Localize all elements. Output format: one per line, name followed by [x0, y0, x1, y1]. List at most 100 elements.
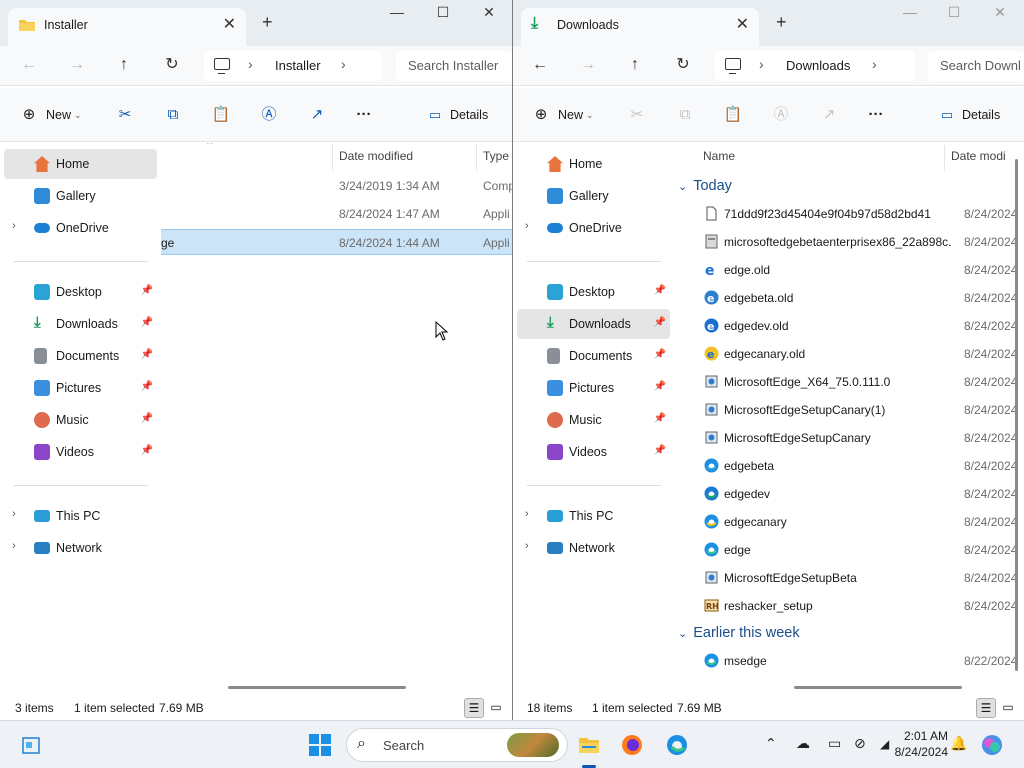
expand-chevron-icon[interactable]: ›	[12, 220, 16, 232]
pin-icon[interactable]: 📌	[141, 317, 153, 328]
collapse-chevron-icon[interactable]: ⌄	[678, 181, 687, 193]
new-tab-button[interactable]: +	[776, 12, 787, 33]
tab-downloads[interactable]: ⤓ Downloads ✕	[521, 8, 759, 46]
table-row[interactable]: edge 8/24/2024	[674, 537, 1017, 563]
sidebar-item-this-pc[interactable]: › This PC	[4, 501, 157, 531]
expand-chevron-icon[interactable]: ›	[12, 508, 16, 520]
notification-bell-icon[interactable]: 🔔	[950, 735, 967, 752]
new-icon[interactable]: ⊕	[18, 104, 40, 126]
column-separator[interactable]	[332, 145, 333, 171]
chevron-right-icon[interactable]: ›	[341, 56, 346, 72]
firefox-icon[interactable]	[620, 733, 644, 757]
table-row-selected[interactable]: ge 8/24/2024 1:44 AM Appli	[161, 229, 512, 255]
expand-chevron-icon[interactable]: ›	[12, 540, 16, 552]
table-row[interactable]: e edgecanary.old 8/24/2024	[674, 341, 1017, 367]
vertical-scrollbar[interactable]	[1015, 159, 1018, 671]
pin-icon[interactable]: 📌	[141, 381, 153, 392]
search-input[interactable]: Search Downl	[928, 51, 1024, 81]
new-button[interactable]: New	[558, 104, 583, 126]
close-window-button[interactable]: ✕	[466, 4, 512, 21]
start-icon[interactable]	[308, 733, 332, 757]
table-row[interactable]: microsoftedgebetaenterprisex86_22a898c..…	[674, 229, 1017, 255]
horizontal-scrollbar[interactable]	[794, 686, 962, 689]
sidebar-item-documents[interactable]: Documents 📌	[4, 341, 157, 371]
chevron-right-icon[interactable]: ›	[872, 56, 877, 72]
copy-icon[interactable]: ⧉	[674, 104, 696, 126]
edge-icon[interactable]	[665, 733, 689, 757]
widgets-icon[interactable]	[20, 733, 44, 757]
details-pane-icon[interactable]: ▭	[936, 104, 958, 126]
breadcrumb[interactable]: Downloads	[786, 58, 850, 73]
table-row[interactable]: edgecanary 8/24/2024	[674, 509, 1017, 535]
column-header-name[interactable]: Name	[703, 149, 735, 173]
pin-icon[interactable]: 📌	[654, 445, 666, 456]
close-tab-icon[interactable]: ✕	[736, 14, 749, 34]
table-row[interactable]: msedge 8/22/2024	[674, 648, 1017, 674]
sidebar-item-home[interactable]: Home	[517, 149, 670, 179]
group-header-earlier-this-week[interactable]: ⌄ Earlier this week	[678, 625, 800, 641]
paste-icon[interactable]: 📋	[722, 104, 744, 126]
onedrive-status-icon[interactable]: ☁	[796, 735, 810, 752]
share-icon[interactable]: ↗	[306, 104, 328, 126]
more-options-icon[interactable]: ···	[865, 104, 887, 126]
network-status-icon[interactable]: ⊘	[854, 735, 866, 752]
column-header-type[interactable]: Type	[483, 149, 509, 173]
new-button[interactable]: New	[46, 104, 71, 126]
pin-icon[interactable]: 📌	[654, 413, 666, 424]
address-bar[interactable]: › Downloads ›	[715, 51, 915, 81]
table-row[interactable]: MicrosoftEdgeSetupCanary 8/24/2024	[674, 425, 1017, 451]
back-button[interactable]: ←	[527, 54, 553, 78]
expand-chevron-icon[interactable]: ›	[525, 540, 529, 552]
pin-icon[interactable]: 📌	[141, 445, 153, 456]
large-icons-view-icon[interactable]: ▭	[998, 698, 1018, 718]
show-hidden-icons-icon[interactable]: ⌃	[765, 735, 777, 752]
minimize-button[interactable]: —	[887, 4, 933, 20]
copilot-icon[interactable]	[980, 733, 1004, 757]
sidebar-item-music[interactable]: Music 📌	[517, 405, 670, 435]
table-row[interactable]: 71ddd9f23d45404e9f04b97d58d2bd41 8/24/202…	[674, 201, 1017, 227]
close-tab-icon[interactable]: ✕	[223, 14, 236, 34]
table-row[interactable]: 3/24/2019 1:34 AM Comp	[161, 173, 512, 199]
expand-chevron-icon[interactable]: ›	[525, 508, 529, 520]
sidebar-item-pictures[interactable]: Pictures 📌	[4, 373, 157, 403]
chevron-right-icon[interactable]: ›	[759, 56, 764, 72]
pin-icon[interactable]: 📌	[654, 317, 666, 328]
details-button[interactable]: Details	[962, 104, 1000, 126]
pin-icon[interactable]: 📌	[141, 285, 153, 296]
up-button[interactable]: ↑	[622, 54, 648, 78]
sidebar-item-videos[interactable]: Videos 📌	[517, 437, 670, 467]
share-icon[interactable]: ↗	[818, 104, 840, 126]
file-explorer-icon[interactable]	[577, 733, 601, 757]
chevron-down-icon[interactable]: ⌄	[586, 104, 594, 126]
column-header-date[interactable]: Date modi	[951, 149, 1006, 173]
rename-icon[interactable]: Ⓐ	[258, 104, 280, 126]
maximize-button[interactable]: ☐	[931, 4, 977, 21]
maximize-button[interactable]: ☐	[420, 4, 466, 21]
tab-installer[interactable]: Installer ✕	[8, 8, 246, 46]
sidebar-item-network[interactable]: › Network	[4, 533, 157, 563]
table-row[interactable]: MicrosoftEdge_X64_75.0.111.0 8/24/2024	[674, 369, 1017, 395]
table-row[interactable]: edgebeta 8/24/2024	[674, 453, 1017, 479]
minimize-button[interactable]: —	[374, 4, 420, 20]
rename-icon[interactable]: Ⓐ	[770, 104, 792, 126]
group-header-today[interactable]: ⌄ Today	[678, 178, 732, 194]
column-separator[interactable]	[944, 145, 945, 171]
copy-icon[interactable]: ⧉	[162, 104, 184, 126]
sidebar-item-desktop[interactable]: Desktop 📌	[4, 277, 157, 307]
table-row[interactable]: RH reshacker_setup 8/24/2024	[674, 593, 1017, 619]
refresh-button[interactable]: ↻	[159, 54, 185, 78]
expand-chevron-icon[interactable]: ›	[525, 220, 529, 232]
breadcrumb[interactable]: Installer	[275, 58, 321, 73]
system-clock[interactable]: 2:01 AM 8/24/2024	[878, 728, 948, 760]
details-pane-icon[interactable]: ▭	[424, 104, 446, 126]
forward-button[interactable]: →	[64, 54, 90, 78]
paste-icon[interactable]: 📋	[210, 104, 232, 126]
back-button[interactable]: ←	[16, 54, 42, 78]
horizontal-scrollbar[interactable]	[228, 686, 406, 689]
sidebar-item-this-pc[interactable]: › This PC	[517, 501, 670, 531]
sidebar-item-network[interactable]: › Network	[517, 533, 670, 563]
sidebar-item-onedrive[interactable]: › OneDrive	[4, 213, 157, 243]
sidebar-item-home[interactable]: Home	[4, 149, 157, 179]
sidebar-item-desktop[interactable]: Desktop 📌	[517, 277, 670, 307]
pin-icon[interactable]: 📌	[654, 349, 666, 360]
